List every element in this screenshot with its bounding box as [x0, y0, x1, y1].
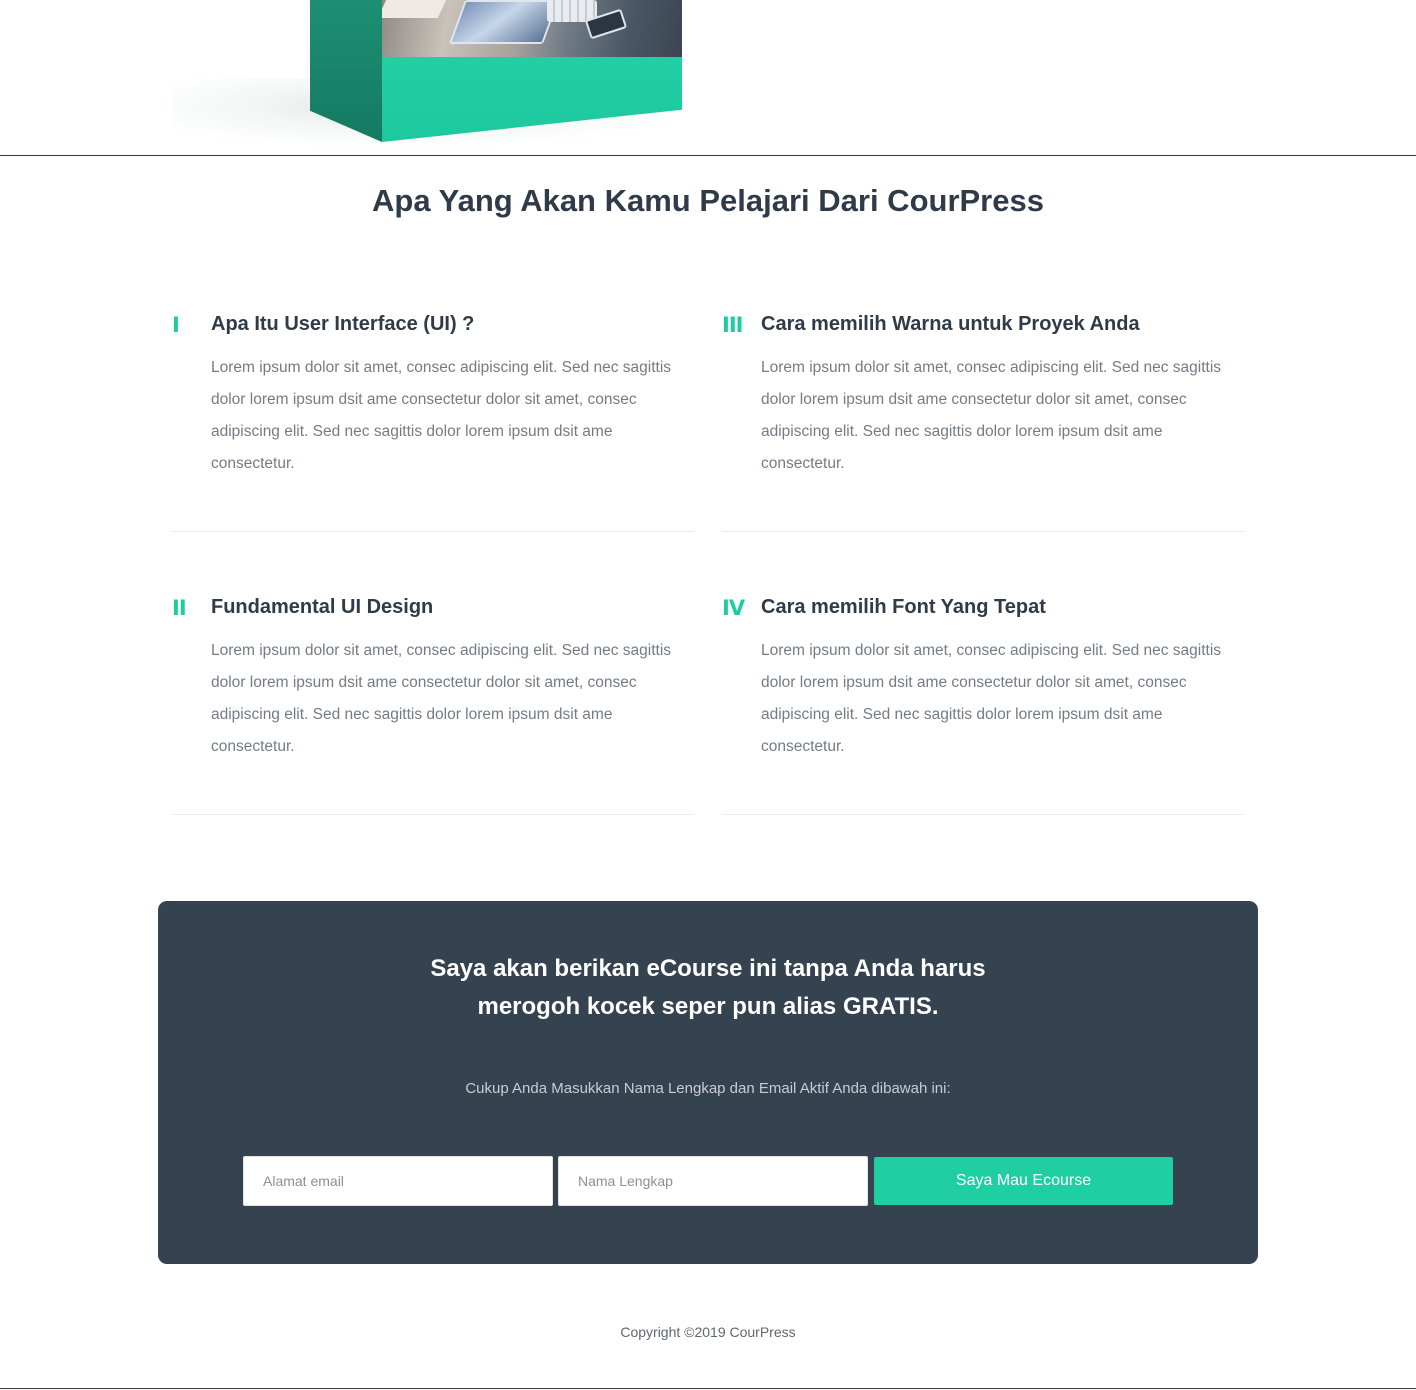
- signup-title: Saya akan berikan eCourse ini tanpa Anda…: [158, 950, 1258, 1026]
- lesson-description: Lorem ipsum dolor sit amet, consec adipi…: [211, 642, 672, 755]
- lesson-numeral: I: [172, 313, 180, 337]
- product-box-image: [310, 0, 682, 142]
- section-divider: [0, 155, 1416, 156]
- lesson-description: Lorem ipsum dolor sit amet, consec adipi…: [761, 359, 1222, 472]
- product-box-front: [382, 57, 682, 142]
- footer-divider: [0, 1388, 1416, 1389]
- lesson-description: Lorem ipsum dolor sit amet, consec adipi…: [761, 642, 1222, 755]
- signup-title-line-2: merogoh kocek seper pun alias GRATIS.: [477, 993, 939, 1020]
- photo-tablet: [448, 0, 560, 44]
- product-box-photo: [382, 0, 682, 57]
- lesson-divider: [722, 814, 1244, 815]
- lesson-numeral: III: [722, 313, 743, 337]
- submit-button[interactable]: Saya Mau Ecourse: [874, 1157, 1173, 1205]
- signup-subtitle: Cukup Anda Masukkan Nama Lengkap dan Ema…: [465, 1080, 951, 1097]
- signup-panel: Saya akan berikan eCourse ini tanpa Anda…: [158, 901, 1258, 1264]
- signup-title-line-1: Saya akan berikan eCourse ini tanpa Anda…: [430, 955, 986, 982]
- lesson-description: Lorem ipsum dolor sit amet, consec adipi…: [211, 359, 672, 472]
- lesson-divider: [172, 814, 694, 815]
- email-input[interactable]: [243, 1156, 553, 1206]
- lesson-title: Cara memilih Warna untuk Proyek Anda: [761, 313, 1140, 335]
- lesson-title: Apa Itu User Interface (UI) ?: [211, 313, 475, 335]
- footer-copyright: Copyright ©2019 CourPress: [620, 1324, 796, 1340]
- full-name-input[interactable]: [558, 1156, 868, 1206]
- product-box-side: [310, 0, 382, 142]
- lesson-divider: [172, 531, 694, 532]
- lesson-title: Fundamental UI Design: [211, 596, 434, 618]
- hero-section: [0, 0, 1416, 155]
- section-title: Apa Yang Akan Kamu Pelajari Dari CourPre…: [372, 183, 1044, 218]
- lesson-numeral: IV: [722, 596, 745, 620]
- lesson-title: Cara memilih Font Yang Tepat: [761, 596, 1046, 618]
- lesson-divider: [722, 531, 1244, 532]
- lesson-numeral: II: [172, 596, 187, 620]
- photo-paper: [382, 0, 447, 18]
